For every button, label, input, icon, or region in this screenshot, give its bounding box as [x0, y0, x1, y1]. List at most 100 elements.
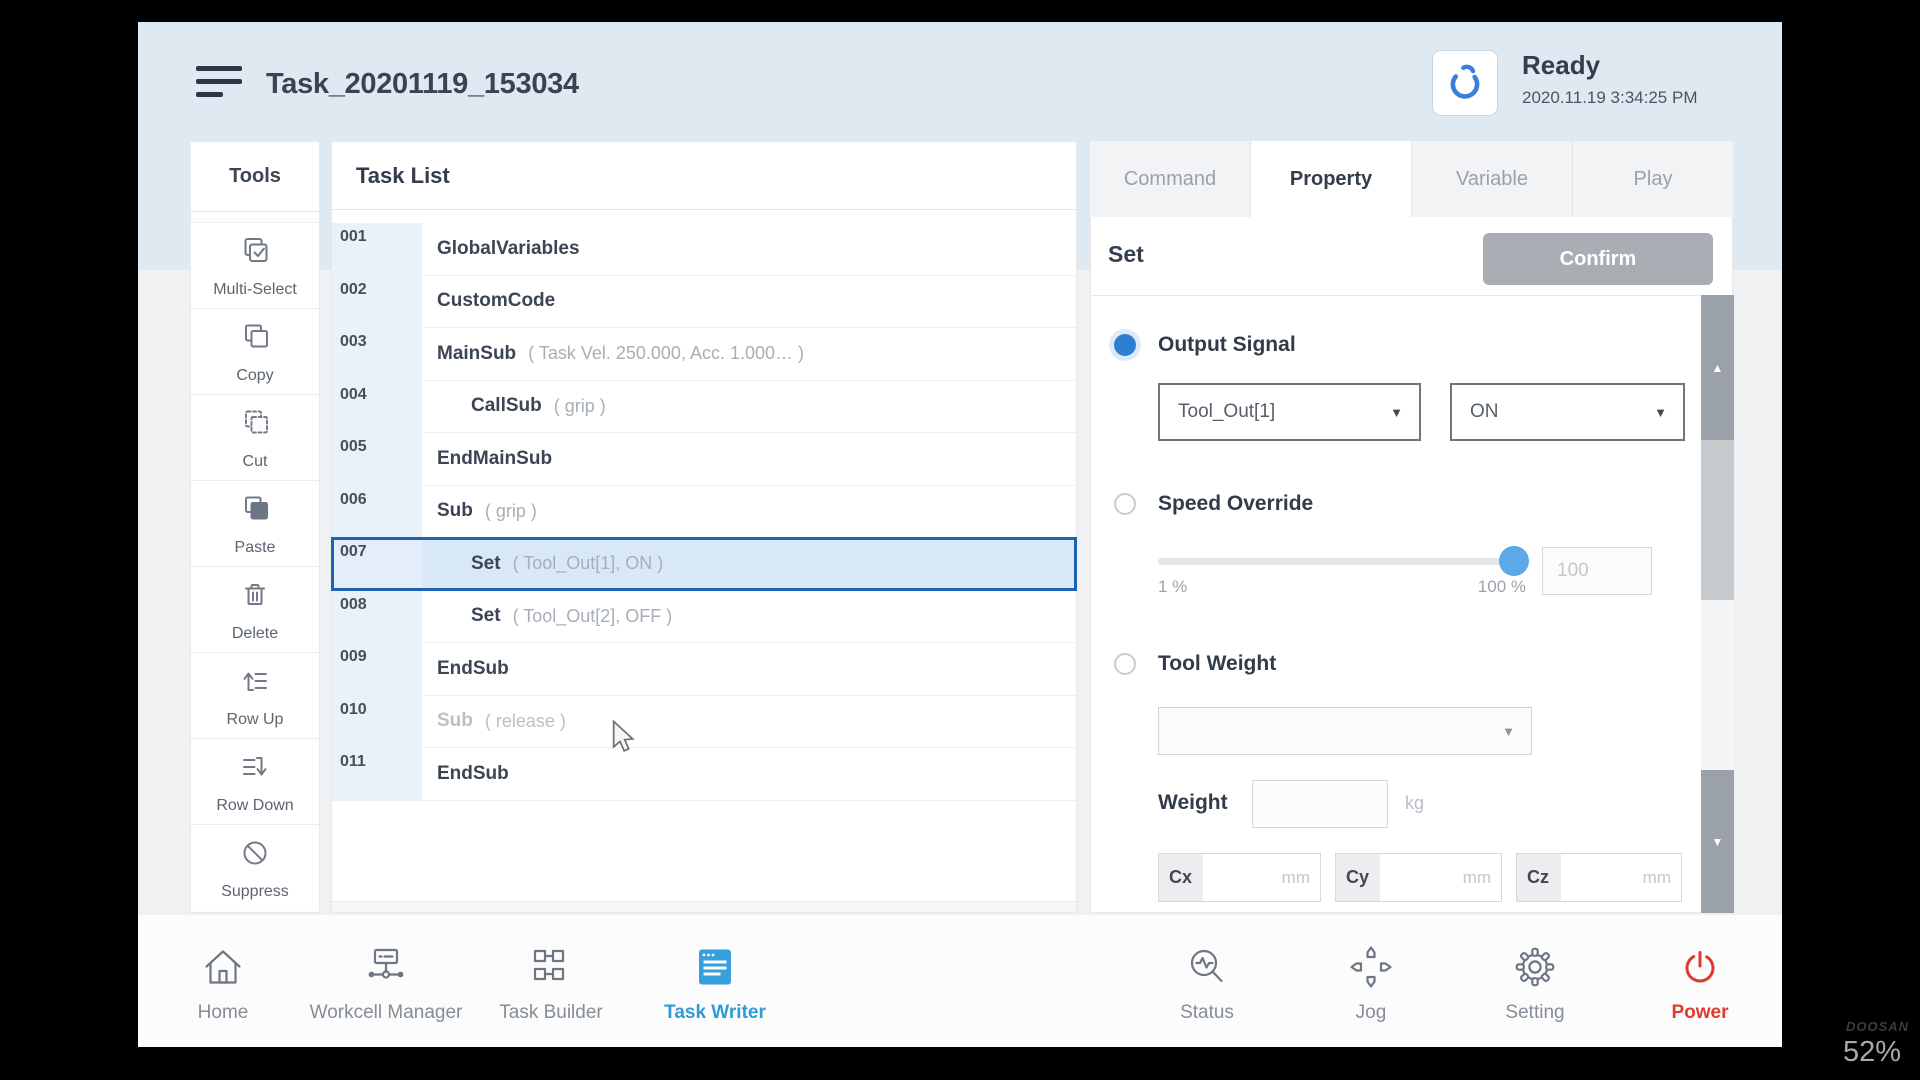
output-port-dropdown[interactable]: Tool_Out[1] ▼: [1158, 383, 1421, 441]
screen-zoom-level: 52%: [1843, 1036, 1901, 1069]
property-panel: Command Property Variable Play Set Confi…: [1090, 141, 1733, 913]
chevron-down-icon: ▼: [1502, 724, 1515, 739]
row-number: 001: [332, 223, 422, 275]
row-number: 007: [332, 538, 422, 590]
row-number: 008: [332, 591, 422, 643]
task-list-panel: Task List 001 GlobalVariables 002 Custom…: [331, 141, 1077, 913]
doosan-watermark: DOOSAN: [1846, 1019, 1909, 1034]
speed-override-label: Speed Override: [1158, 492, 1313, 516]
cz-input[interactable]: Cz mm: [1516, 853, 1682, 902]
tab-variable[interactable]: Variable: [1411, 141, 1572, 217]
output-signal-radio[interactable]: [1114, 334, 1136, 356]
task-list-row-010[interactable]: 010 Sub( release ): [332, 696, 1076, 749]
tab-property[interactable]: Property: [1250, 141, 1411, 217]
copy-icon: [238, 320, 272, 354]
command-name: Set: [1108, 241, 1144, 268]
task-title: Task_20201119_153034: [266, 68, 579, 101]
output-signal-label: Output Signal: [1158, 333, 1296, 357]
speed-slider-track[interactable]: [1158, 558, 1514, 565]
row-down-icon: [238, 750, 272, 784]
task-list-row-006[interactable]: 006 Sub( grip ): [332, 486, 1076, 539]
tab-play[interactable]: Play: [1572, 141, 1733, 217]
scrollbar-track[interactable]: [1701, 600, 1734, 770]
task-list-row-005[interactable]: 005 EndMainSub: [332, 433, 1076, 486]
speed-override-radio[interactable]: [1114, 493, 1136, 515]
weight-input[interactable]: [1252, 780, 1388, 828]
tool-weight-label: Tool Weight: [1158, 652, 1276, 676]
suppress-button[interactable]: Suppress: [191, 824, 319, 910]
tool-weight-dropdown[interactable]: ▼: [1158, 707, 1532, 755]
row-number: 004: [332, 381, 422, 433]
chevron-down-icon: ▼: [1390, 405, 1403, 420]
task-list-row-004[interactable]: 004 CallSub( grip ): [332, 381, 1076, 434]
nav-power[interactable]: Power: [1595, 915, 1782, 1024]
cy-input[interactable]: Cy mm: [1335, 853, 1502, 902]
workcell-manager-icon: [362, 943, 410, 991]
row-number: 005: [332, 433, 422, 485]
task-list-rows: 001 GlobalVariables 002 CustomCode 003 M…: [332, 223, 1076, 801]
row-number: 003: [332, 328, 422, 380]
property-content: Set Confirm Output Signal Tool_Out[1] ▼ …: [1090, 217, 1733, 913]
scroll-down-button[interactable]: ▼: [1701, 770, 1734, 913]
speed-slider-handle[interactable]: [1499, 546, 1529, 576]
paste-button[interactable]: Paste: [191, 480, 319, 566]
divider: [1091, 295, 1732, 296]
multi-select-button[interactable]: Multi-Select: [191, 222, 319, 308]
cut-icon: [238, 406, 272, 440]
scrollbar-thumb[interactable]: [1701, 440, 1734, 600]
setting-icon: [1511, 943, 1559, 991]
slider-max-label: 100 %: [1431, 577, 1526, 597]
power-icon: [1676, 943, 1724, 991]
status-icon: [1183, 943, 1231, 991]
multi-select-icon: [238, 234, 272, 268]
task-writer-icon: [691, 943, 739, 991]
task-list-row-003[interactable]: 003 MainSub( Task Vel. 250.000, Acc. 1.0…: [332, 328, 1076, 381]
scroll-up-button[interactable]: ▲: [1701, 295, 1734, 440]
menu-icon[interactable]: [196, 66, 242, 98]
delete-button[interactable]: Delete: [191, 566, 319, 652]
confirm-button[interactable]: Confirm: [1483, 233, 1713, 285]
robot-mode-button[interactable]: [1432, 50, 1498, 116]
home-icon: [199, 943, 247, 991]
row-number: 009: [332, 643, 422, 695]
tools-panel: Tools Multi-Select Copy Cut: [190, 141, 320, 913]
weight-unit: kg: [1405, 793, 1424, 814]
weight-label: Weight: [1158, 791, 1228, 815]
panel-tabs: Command Property Variable Play: [1090, 141, 1733, 217]
cut-button[interactable]: Cut: [191, 394, 319, 480]
nav-task-writer[interactable]: Task Writer: [610, 915, 820, 1024]
chevron-down-icon: ▼: [1654, 405, 1667, 420]
task-list-row-011[interactable]: 011 EndSub: [332, 748, 1076, 801]
task-list-row-008[interactable]: 008 Set( Tool_Out[2], OFF ): [332, 591, 1076, 644]
robot-icon: [1443, 59, 1487, 108]
row-number: 006: [332, 486, 422, 538]
row-number: 010: [332, 696, 422, 748]
tool-weight-radio[interactable]: [1114, 653, 1136, 675]
row-number: 011: [332, 748, 422, 800]
row-up-icon: [238, 664, 272, 698]
row-number: 002: [332, 276, 422, 328]
task-builder-icon: [527, 943, 575, 991]
task-list-horizontal-scrollbar[interactable]: [332, 901, 1076, 912]
tab-command[interactable]: Command: [1090, 141, 1250, 217]
task-list-title: Task List: [332, 142, 1076, 210]
row-down-button[interactable]: Row Down: [191, 738, 319, 824]
suppress-icon: [238, 836, 272, 870]
cx-input[interactable]: Cx mm: [1158, 853, 1321, 902]
jog-icon: [1347, 943, 1395, 991]
robot-status: Ready: [1522, 50, 1600, 81]
paste-icon: [238, 492, 272, 526]
bottom-navigation: Home Workcell Manager Task Builder: [138, 915, 1782, 1047]
pendant-screen: Task_20201119_153034 Ready 2020.11.19 3:…: [138, 22, 1782, 1047]
task-list-row-009[interactable]: 009 EndSub: [332, 643, 1076, 696]
output-value-dropdown[interactable]: ON ▼: [1450, 383, 1685, 441]
delete-icon: [238, 578, 272, 612]
tools-panel-title: Tools: [191, 142, 319, 212]
status-timestamp: 2020.11.19 3:34:25 PM: [1522, 88, 1698, 108]
task-list-row-002[interactable]: 002 CustomCode: [332, 276, 1076, 329]
task-list-row-001[interactable]: 001 GlobalVariables: [332, 223, 1076, 276]
copy-button[interactable]: Copy: [191, 308, 319, 394]
row-up-button[interactable]: Row Up: [191, 652, 319, 738]
speed-value-input[interactable]: 100: [1542, 547, 1652, 595]
task-list-row-007-selected[interactable]: 007 Set( Tool_Out[1], ON ): [332, 538, 1076, 591]
